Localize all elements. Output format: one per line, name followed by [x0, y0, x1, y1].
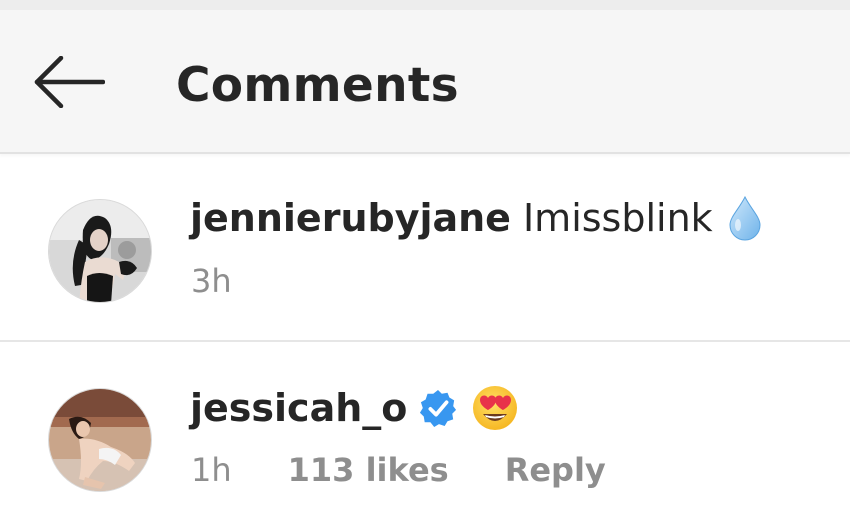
comment-meta: 3h [191, 261, 232, 301]
comments-header: Comments [0, 10, 850, 154]
comment-text-line: jennierubyjane Imissblink [190, 194, 763, 242]
avatar[interactable] [48, 388, 152, 492]
status-bar-strip [0, 0, 850, 10]
comment-timestamp: 3h [191, 262, 232, 300]
likes-count[interactable]: 113 likes [288, 450, 449, 490]
avatar[interactable] [48, 199, 152, 303]
avatar-photo [49, 389, 151, 491]
avatar-photo [49, 200, 151, 302]
comment-item: jessicah_o 1h 113 likes Reply [0, 342, 850, 507]
comment-timestamp: 1h [191, 451, 232, 489]
comment-meta: 1h 113 likes Reply [191, 450, 606, 490]
reply-button[interactable]: Reply [505, 450, 606, 490]
comment-text-line: jessicah_o [190, 384, 519, 432]
comment-item: jennierubyjane Imissblink 3h [0, 154, 850, 342]
verified-badge-icon [420, 389, 457, 427]
droplet-icon [729, 195, 761, 241]
back-button[interactable] [26, 50, 112, 114]
comment-text: Imissblink [522, 196, 713, 240]
comment-username[interactable]: jennierubyjane [190, 194, 511, 242]
heart-eyes-emoji-icon [473, 386, 518, 430]
back-arrow-icon [34, 56, 105, 108]
comment-username[interactable]: jessicah_o [190, 384, 407, 432]
page-title: Comments [176, 58, 459, 113]
